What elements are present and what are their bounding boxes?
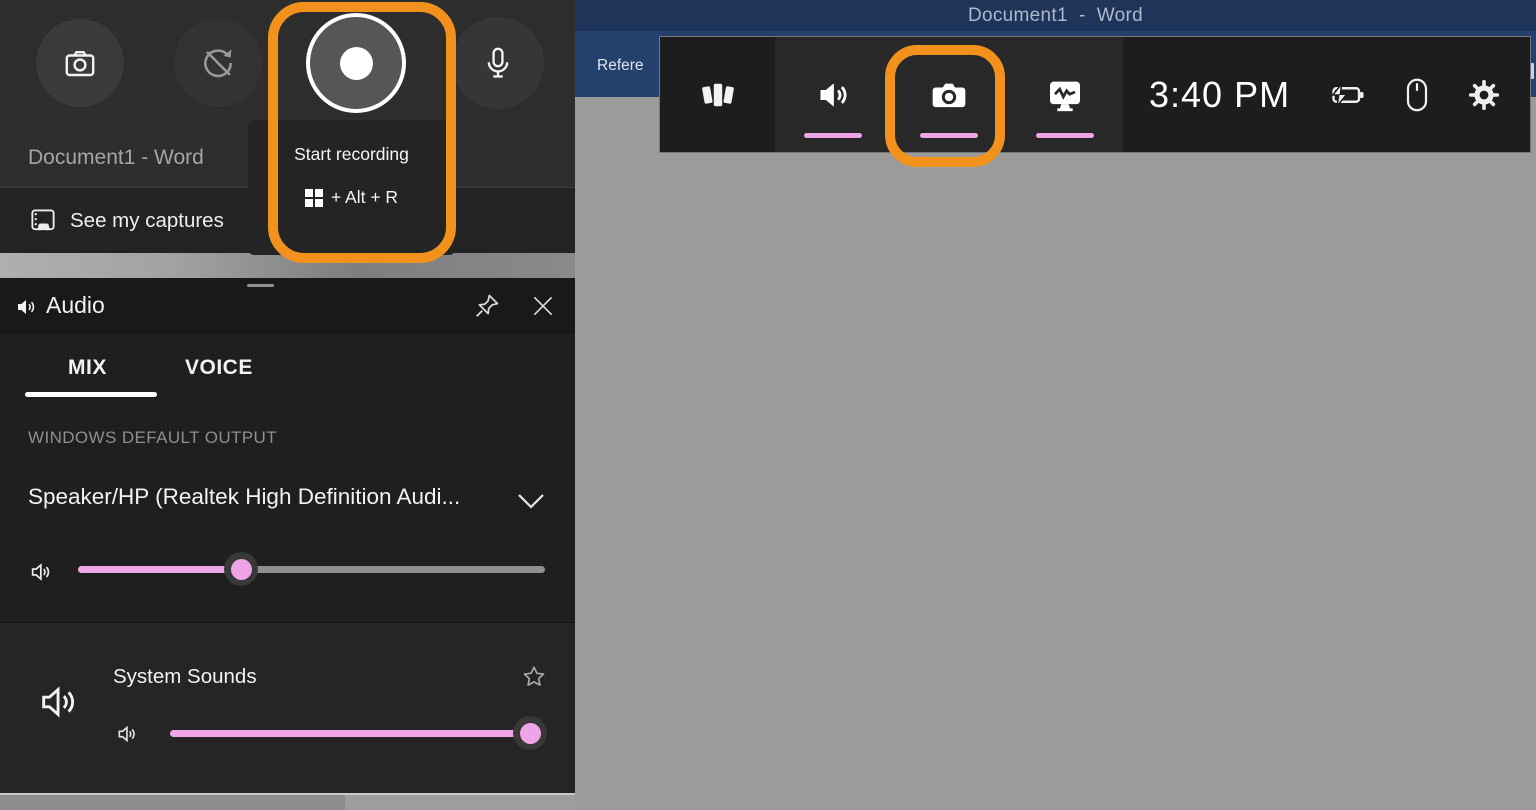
widget-menu-button[interactable] — [660, 37, 775, 152]
active-widget-underline — [804, 133, 862, 138]
camera-filled-icon — [929, 75, 969, 115]
record-last-30s-disabled-button[interactable] — [174, 19, 262, 107]
channel-volume-icon — [115, 721, 141, 747]
tooltip-shortcut-text: + Alt + R — [331, 187, 398, 208]
output-device-dropdown[interactable]: Speaker/HP (Realtek High Definition Audi… — [28, 484, 460, 510]
word-titlebar: Document1 - Word — [575, 0, 1536, 31]
tooltip-shortcut: + Alt + R — [305, 187, 398, 208]
close-widget-button[interactable] — [528, 291, 558, 321]
speaker-icon — [14, 295, 38, 319]
output-section-label: WINDOWS DEFAULT OUTPUT — [28, 428, 277, 448]
channel-volume-thumb[interactable] — [513, 716, 547, 750]
captures-gallery-icon — [28, 206, 58, 236]
pin-widget-button[interactable] — [472, 291, 502, 321]
favorite-star-icon[interactable] — [520, 663, 548, 691]
toolbar-middle-segment — [775, 37, 1123, 152]
system-sounds-speaker-icon — [36, 679, 82, 725]
audio-widget: Audio MIX VOICE WINDOWS DEFAULT OUTPUT S… — [0, 278, 575, 795]
performance-widget-toggle-button[interactable] — [1007, 37, 1123, 152]
output-volume-thumb[interactable] — [224, 552, 258, 586]
audio-widget-header: Audio — [0, 278, 575, 334]
output-volume-slider[interactable] — [78, 566, 545, 573]
channel-volume-slider[interactable] — [170, 730, 545, 737]
start-recording-button[interactable] — [306, 13, 406, 113]
volume-low-icon — [28, 558, 56, 586]
toolbar-right-segment: 3:40 PM — [1123, 37, 1530, 152]
windows-logo-icon — [305, 189, 323, 207]
widget-menu-icon — [697, 74, 739, 116]
performance-monitor-icon — [1045, 75, 1085, 115]
microphone-icon — [479, 44, 517, 82]
audio-widget-toggle-button[interactable] — [775, 37, 891, 152]
ribbon-tab-references[interactable]: Refere — [597, 57, 644, 75]
speaker-filled-icon — [813, 75, 853, 115]
tab-voice[interactable]: VOICE — [185, 356, 253, 380]
tab-mix[interactable]: MIX — [68, 356, 107, 380]
word-document-area — [575, 97, 1536, 810]
drag-handle[interactable] — [247, 284, 274, 287]
taskbar-strip-right — [345, 793, 575, 810]
record-dot-icon — [340, 47, 373, 80]
game-bar-toolbar: 3:40 PM — [659, 36, 1531, 153]
record-that-off-icon — [199, 44, 237, 82]
see-my-captures-label: See my captures — [70, 209, 224, 233]
screen: Document1 - Word Refere — [0, 0, 1536, 810]
camera-outline-icon — [62, 45, 98, 81]
output-volume-fill — [78, 566, 241, 573]
active-widget-underline — [1036, 133, 1094, 138]
active-widget-underline — [920, 133, 978, 138]
thumb-dot — [231, 559, 252, 580]
battery-charging-icon — [1326, 78, 1368, 112]
chevron-down-icon[interactable] — [516, 492, 546, 510]
taskbar-strip-left — [0, 793, 345, 810]
capture-widget-toggle-button[interactable] — [891, 37, 1007, 152]
channel-name: System Sounds — [113, 665, 257, 689]
system-sounds-card: System Sounds — [0, 622, 575, 793]
channel-volume-fill — [170, 730, 530, 737]
captured-window-title: Document1 - Word — [28, 146, 204, 170]
word-title: Document1 - Word — [968, 5, 1143, 27]
microphone-toggle-button[interactable] — [452, 17, 544, 109]
audio-widget-title: Audio — [46, 292, 105, 319]
take-screenshot-button[interactable] — [36, 19, 124, 107]
mouse-icon[interactable] — [1404, 77, 1430, 113]
clock: 3:40 PM — [1149, 74, 1290, 116]
tooltip-title: Start recording — [294, 144, 409, 165]
start-recording-tooltip: Start recording + Alt + R — [248, 120, 455, 255]
active-tab-underline — [25, 392, 157, 397]
thumb-dot — [520, 723, 541, 744]
gear-icon[interactable] — [1466, 77, 1502, 113]
widget-gap-band — [0, 253, 575, 278]
